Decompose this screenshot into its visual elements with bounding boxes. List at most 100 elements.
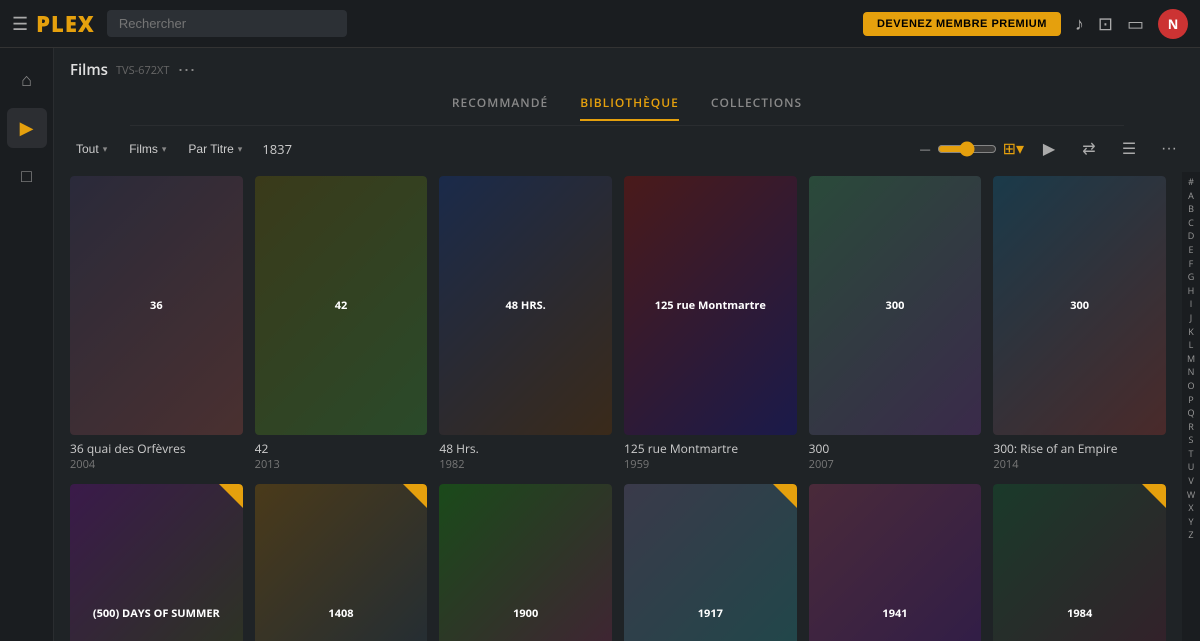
alpha-letter[interactable]: A xyxy=(1188,190,1194,203)
movie-year: 1982 xyxy=(439,457,612,472)
filter-films-label: Films xyxy=(129,142,158,156)
content-header: Films TVS-672XT ⋯ RECOMMANDÉ BIBLIOTHÈQU… xyxy=(54,48,1200,126)
alpha-letter[interactable]: U xyxy=(1188,461,1195,474)
library-title-row: Films TVS-672XT ⋯ xyxy=(70,58,1184,82)
movie-card[interactable]: 194119411979 xyxy=(809,484,982,641)
movie-poster-placeholder: 125 rue Montmartre xyxy=(624,176,797,435)
screen-icon[interactable]: ▭ xyxy=(1127,12,1144,36)
movie-year: 1959 xyxy=(624,457,797,472)
filter-par-titre-label: Par Titre xyxy=(188,142,233,156)
filter-bar: Tout ▾ Films ▾ Par Titre ▾ 1837 — ⊞▾ ▶ ⇄… xyxy=(54,126,1200,172)
content-area: Films TVS-672XT ⋯ RECOMMANDÉ BIBLIOTHÈQU… xyxy=(54,48,1200,641)
tab-bibliotheque[interactable]: BIBLIOTHÈQUE xyxy=(580,94,679,121)
movie-year: 2014 xyxy=(993,457,1166,472)
top-nav-right: DEVENEZ MEMBRE PREMIUM ♪ ⊡ ▭ N xyxy=(863,9,1188,39)
movie-card[interactable]: 300300: Rise of an Empire2014 xyxy=(993,176,1166,472)
menu-icon[interactable]: ☰ xyxy=(12,12,28,36)
movies-scroll[interactable]: 3636 quai des Orfèvres20044242201348 HRS… xyxy=(54,172,1182,641)
plex-logo: PLEX xyxy=(36,9,95,39)
alpha-letter[interactable]: T xyxy=(1189,448,1194,461)
play-all-button[interactable]: ▶ xyxy=(1034,134,1064,164)
tab-recommande[interactable]: RECOMMANDÉ xyxy=(452,94,548,121)
movie-poster-placeholder: 1941 xyxy=(809,484,982,641)
sidebar-item-home[interactable]: ⌂ xyxy=(7,60,47,100)
movie-card[interactable]: 125 rue Montmartre125 rue Montmartre1959 xyxy=(624,176,797,472)
movie-card[interactable]: 3636 quai des Orfèvres2004 xyxy=(70,176,243,472)
movie-badge xyxy=(219,484,243,508)
filter-par-titre-button[interactable]: Par Titre ▾ xyxy=(182,139,248,159)
sidebar-item-tv[interactable]: □ xyxy=(7,156,47,196)
movie-title: 42 xyxy=(255,440,428,457)
alpha-index[interactable]: #ABCDEFGHIJKLMNOPQRSTUVWXYZ xyxy=(1182,172,1200,641)
more-button[interactable]: ··· xyxy=(1154,134,1184,164)
alpha-letter[interactable]: Z xyxy=(1188,529,1193,542)
size-slider[interactable] xyxy=(937,141,997,157)
movie-title: 48 Hrs. xyxy=(439,440,612,457)
filter-films-button[interactable]: Films ▾ xyxy=(123,139,172,159)
search-input[interactable] xyxy=(107,10,347,37)
shuffle-button[interactable]: ⇄ xyxy=(1074,134,1104,164)
alpha-letter[interactable]: F xyxy=(1189,258,1194,271)
alpha-letter[interactable]: I xyxy=(1190,298,1193,311)
movie-poster-placeholder: 48 HRS. xyxy=(439,176,612,435)
filter-tout-button[interactable]: Tout ▾ xyxy=(70,139,113,159)
movie-poster-placeholder: 1408 xyxy=(255,484,428,641)
library-options-icon[interactable]: ⋯ xyxy=(177,58,195,82)
alpha-letter[interactable]: V xyxy=(1188,475,1193,488)
grid-view-button[interactable]: ⊞▾ xyxy=(1003,139,1024,159)
alpha-letter[interactable]: J xyxy=(1190,312,1192,325)
alpha-letter[interactable]: P xyxy=(1188,394,1193,407)
alpha-letter[interactable]: B xyxy=(1188,203,1194,216)
alpha-letter[interactable]: R xyxy=(1188,421,1194,434)
alpha-letter[interactable]: N xyxy=(1188,366,1195,379)
alpha-letter[interactable]: E xyxy=(1188,244,1193,257)
alpha-letter[interactable]: Q xyxy=(1187,407,1194,420)
cast-icon[interactable]: ⊡ xyxy=(1098,12,1113,36)
filter-tout-label: Tout xyxy=(76,142,99,156)
tabs-row: RECOMMANDÉ BIBLIOTHÈQUE COLLECTIONS xyxy=(130,86,1124,126)
movie-card[interactable]: 198419841984 xyxy=(993,484,1166,641)
alpha-letter[interactable]: Y xyxy=(1188,516,1193,529)
movie-poster-placeholder: 42 xyxy=(255,176,428,435)
movie-badge xyxy=(1142,484,1166,508)
movie-title: 125 rue Montmartre xyxy=(624,440,797,457)
movie-card[interactable]: 140814082007 xyxy=(255,484,428,641)
alpha-letter[interactable]: H xyxy=(1188,285,1195,298)
avatar[interactable]: N xyxy=(1158,9,1188,39)
alpha-letter[interactable]: # xyxy=(1188,176,1194,189)
movie-card[interactable]: 42422013 xyxy=(255,176,428,472)
sidebar: ⌂ ▶ □ xyxy=(0,48,54,641)
alpha-letter[interactable]: W xyxy=(1187,489,1195,502)
tab-collections[interactable]: COLLECTIONS xyxy=(711,94,802,121)
main-layout: ⌂ ▶ □ Films TVS-672XT ⋯ RECOMMANDÉ BIBLI… xyxy=(0,48,1200,641)
alpha-letter[interactable]: M xyxy=(1187,353,1195,366)
premium-button[interactable]: DEVENEZ MEMBRE PREMIUM xyxy=(863,12,1061,36)
movie-poster-placeholder: 36 xyxy=(70,176,243,435)
alpha-letter[interactable]: X xyxy=(1188,502,1193,515)
slider-row: — ⊞▾ xyxy=(920,139,1024,159)
movie-card[interactable]: 3003002007 xyxy=(809,176,982,472)
filter-tout-caret: ▾ xyxy=(103,144,108,155)
movie-card[interactable]: (500) DAYS OF SUMMER(500) Days of Summer… xyxy=(70,484,243,641)
activity-icon[interactable]: ♪ xyxy=(1075,12,1084,36)
alpha-letter[interactable]: D xyxy=(1188,230,1195,243)
alpha-letter[interactable]: G xyxy=(1188,271,1195,284)
alpha-letter[interactable]: L xyxy=(1189,339,1194,352)
alpha-letter[interactable]: C xyxy=(1188,217,1194,230)
home-icon: ⌂ xyxy=(21,68,32,92)
alpha-letter[interactable]: K xyxy=(1188,326,1194,339)
slider-track-start: — xyxy=(920,142,931,157)
top-navigation: ☰ PLEX DEVENEZ MEMBRE PREMIUM ♪ ⊡ ▭ N xyxy=(0,0,1200,48)
alpha-letter[interactable]: O xyxy=(1187,380,1194,393)
filter-films-caret: ▾ xyxy=(162,144,167,155)
movie-poster-placeholder: 1917 xyxy=(624,484,797,641)
movie-title: 300: Rise of an Empire xyxy=(993,440,1166,457)
sidebar-item-films[interactable]: ▶ xyxy=(7,108,47,148)
logo-area: ☰ PLEX xyxy=(12,9,95,39)
movie-card[interactable]: 191719172019 xyxy=(624,484,797,641)
movie-card[interactable]: 48 HRS. 48 Hrs.1982 xyxy=(439,176,612,472)
alpha-letter[interactable]: S xyxy=(1189,434,1194,447)
movie-year: 2013 xyxy=(255,457,428,472)
list-button[interactable]: ☰ xyxy=(1114,134,1144,164)
movie-card[interactable]: 190019001976 xyxy=(439,484,612,641)
